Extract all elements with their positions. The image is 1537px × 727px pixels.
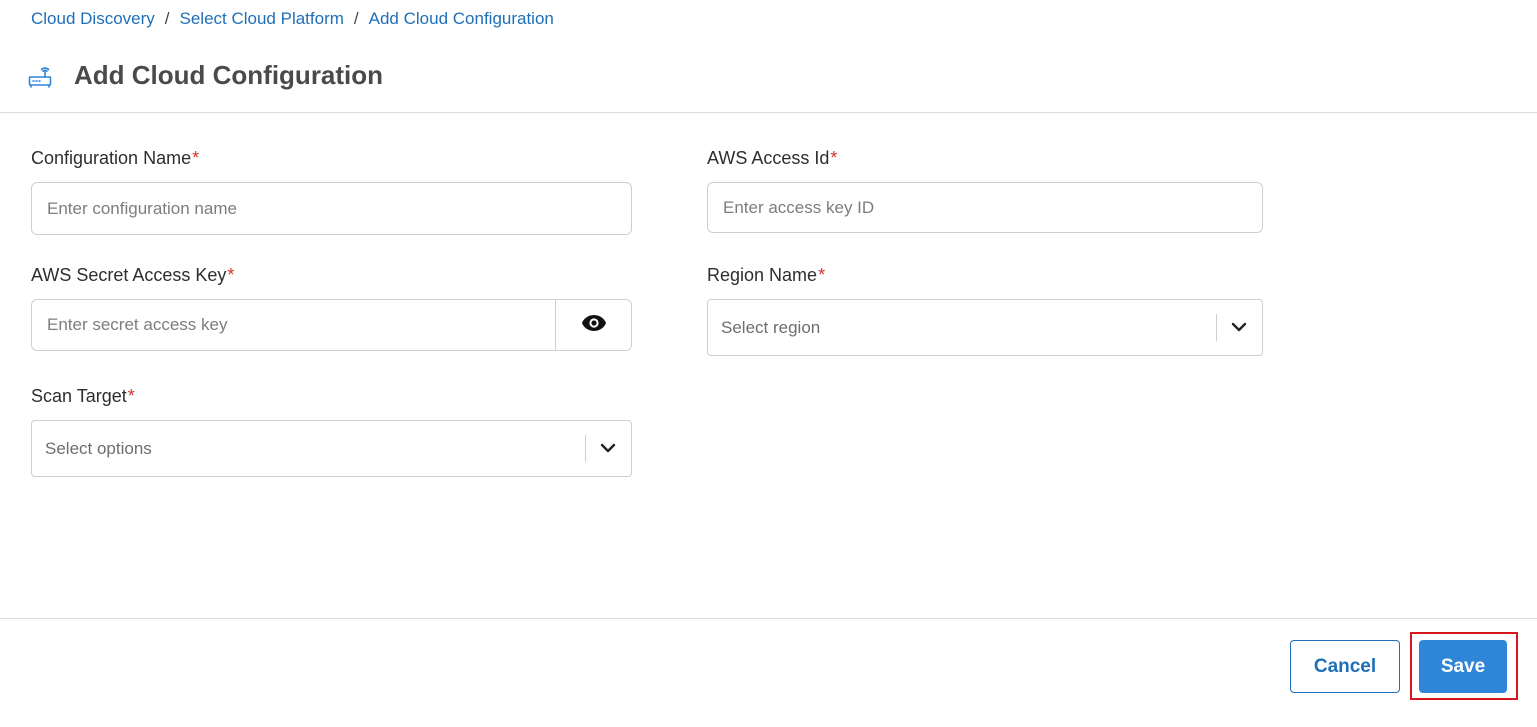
region-select[interactable]: Select region: [707, 299, 1263, 356]
aws-access-id-label: AWS Access Id*: [707, 148, 837, 169]
page-title: Add Cloud Configuration: [74, 60, 384, 90]
config-name-label: Configuration Name*: [31, 148, 199, 169]
breadcrumb-separator: /: [353, 9, 359, 28]
scan-target-label-text: Scan Target: [31, 386, 127, 406]
region-select-value: Select region: [721, 317, 821, 337]
aws-secret-key-label-text: AWS Secret Access Key: [31, 265, 227, 285]
config-name-input[interactable]: [47, 198, 631, 219]
select-divider: [1216, 314, 1217, 341]
breadcrumb-select-cloud-platform[interactable]: Select Cloud Platform: [180, 9, 344, 29]
aws-access-id-label-text: AWS Access Id: [707, 148, 830, 168]
aws-secret-key-field: [31, 299, 632, 351]
chevron-down-icon: [600, 440, 616, 458]
breadcrumb: Cloud Discovery / Select Cloud Platform …: [31, 9, 554, 29]
aws-secret-key-label: AWS Secret Access Key*: [31, 265, 234, 286]
config-name-field: [31, 182, 632, 235]
form-footer: Cancel Save: [0, 618, 1537, 727]
region-name-label: Region Name*: [707, 265, 825, 286]
required-mark: *: [227, 265, 235, 285]
breadcrumb-add-cloud-configuration[interactable]: Add Cloud Configuration: [369, 9, 554, 29]
scan-target-select[interactable]: Select options: [31, 420, 632, 477]
required-mark: *: [818, 265, 826, 285]
aws-access-id-field: [707, 182, 1263, 233]
select-divider: [585, 435, 586, 462]
save-button[interactable]: Save: [1419, 640, 1507, 693]
eye-icon: [581, 314, 607, 337]
scan-target-label: Scan Target*: [31, 386, 135, 407]
aws-secret-key-input[interactable]: [47, 315, 555, 335]
scan-target-select-value: Select options: [45, 438, 152, 458]
config-name-label-text: Configuration Name: [31, 148, 192, 168]
aws-access-id-input[interactable]: [723, 197, 1262, 218]
cancel-button[interactable]: Cancel: [1290, 640, 1400, 693]
required-mark: *: [127, 386, 135, 406]
chevron-down-icon: [1231, 319, 1247, 337]
breadcrumb-cloud-discovery[interactable]: Cloud Discovery: [31, 9, 155, 29]
page-header: Add Cloud Configuration: [0, 52, 1537, 113]
required-mark: *: [192, 148, 200, 168]
breadcrumb-separator: /: [164, 9, 170, 28]
toggle-visibility-button[interactable]: [555, 300, 631, 350]
region-name-label-text: Region Name: [707, 265, 818, 285]
router-icon: [28, 64, 52, 93]
required-mark: *: [830, 148, 838, 168]
